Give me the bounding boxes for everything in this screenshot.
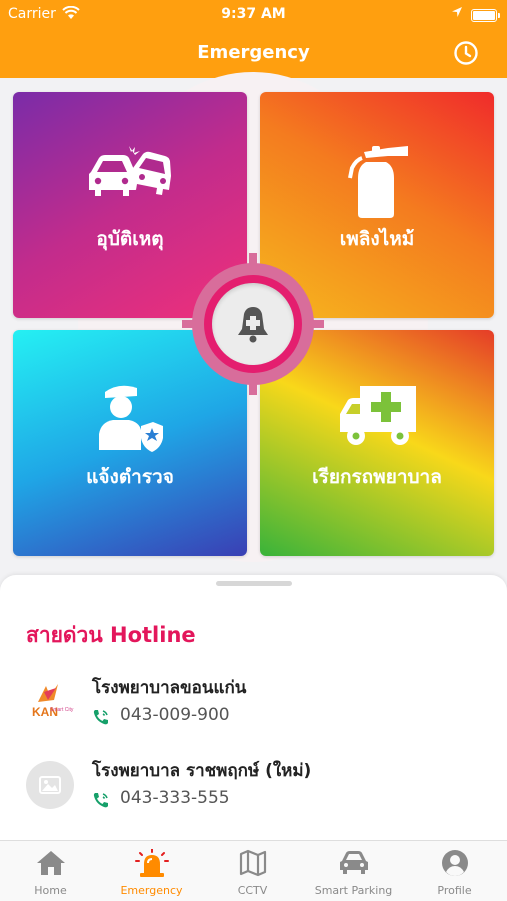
home-icon bbox=[36, 851, 65, 875]
tab-home[interactable]: Home bbox=[0, 841, 101, 901]
location-arrow-icon bbox=[451, 6, 463, 22]
ambulance-icon bbox=[340, 386, 416, 445]
tile-label-police: แจ้งตำรวจ bbox=[86, 466, 174, 488]
svg-text:Smart City: Smart City bbox=[50, 707, 74, 713]
hotline-sheet: สายด่วน Hotline KAN Smart City โรงพยาบาล… bbox=[0, 575, 507, 840]
sos-ring bbox=[204, 275, 302, 373]
tab-label: CCTV bbox=[237, 884, 268, 897]
car-crash-icon bbox=[89, 146, 171, 196]
tile-label-accident: อุบัติเหตุ bbox=[96, 228, 164, 250]
sos-core bbox=[212, 283, 294, 365]
car-icon bbox=[339, 851, 368, 874]
status-bar: Carrier 9:37 AM bbox=[0, 0, 507, 30]
hotline-phone[interactable]: 043-333-555 bbox=[120, 788, 230, 808]
hotline-item[interactable]: KAN Smart City โรงพยาบาลขอนแก่น 043-009-… bbox=[0, 670, 507, 740]
user-icon bbox=[441, 850, 468, 876]
tab-label: Emergency bbox=[120, 884, 183, 897]
hotline-name: โรงพยาบาลขอนแก่น bbox=[92, 678, 247, 698]
tab-smart-parking[interactable]: Smart Parking bbox=[303, 841, 404, 901]
tab-label: Smart Parking bbox=[314, 884, 393, 897]
hotline-item[interactable]: โรงพยาบาล ราชพฤกษ์ (ใหม่) 043-333-555 bbox=[0, 753, 507, 823]
alarm-bell-plus-icon bbox=[238, 307, 268, 343]
tab-bar: Home Emergency CCTV Smart Parking Profil… bbox=[0, 840, 507, 901]
tile-label-ambulance: เรียกรถพยาบาล bbox=[312, 466, 442, 488]
phone-call-icon bbox=[93, 793, 108, 808]
tab-profile[interactable]: Profile bbox=[404, 841, 505, 901]
clock-time: 9:37 AM bbox=[221, 6, 286, 22]
tab-label: Profile bbox=[437, 884, 472, 897]
sheet-drag-handle[interactable] bbox=[216, 581, 292, 586]
hotline-title: สายด่วน Hotline bbox=[26, 623, 196, 647]
battery-icon bbox=[471, 9, 500, 22]
sos-button[interactable] bbox=[192, 263, 314, 385]
tab-label: Home bbox=[34, 884, 67, 897]
image-placeholder-icon bbox=[26, 761, 74, 809]
hotline-phone[interactable]: 043-009-900 bbox=[120, 705, 230, 725]
fire-extinguisher-icon bbox=[348, 146, 408, 218]
page-title: Emergency bbox=[197, 42, 310, 63]
tab-emergency[interactable]: Emergency bbox=[101, 841, 202, 901]
police-officer-icon bbox=[99, 385, 163, 452]
phone-call-icon bbox=[93, 710, 108, 725]
hotline-name: โรงพยาบาล ราชพฤกษ์ (ใหม่) bbox=[92, 761, 312, 781]
tile-label-fire: เพลิงไหม้ bbox=[339, 228, 415, 250]
kan-logo: KAN Smart City bbox=[26, 678, 74, 726]
map-icon bbox=[239, 849, 266, 877]
clock-icon[interactable] bbox=[453, 40, 479, 66]
siren-icon bbox=[134, 849, 169, 877]
nav-bar: Emergency bbox=[0, 30, 507, 78]
tab-cctv[interactable]: CCTV bbox=[202, 841, 303, 901]
emergency-grid: อุบัติเหตุ เพลิงไหม้ แจ้งตำรวจ เรียกรถพย… bbox=[0, 72, 507, 578]
